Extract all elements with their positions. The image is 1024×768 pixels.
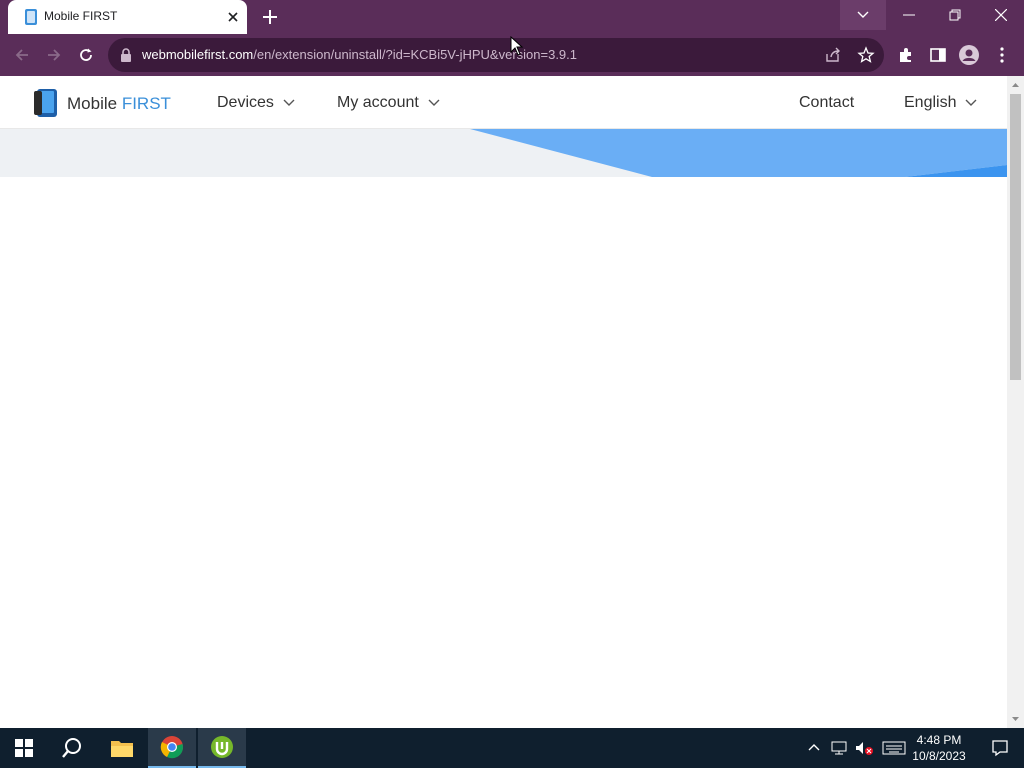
site-header: Mobile FIRST Devices My account Contact … — [0, 76, 1007, 129]
profile-button[interactable] — [958, 44, 980, 66]
close-tab-icon[interactable] — [225, 9, 241, 25]
side-panel-button[interactable] — [927, 44, 949, 66]
taskbar-search-button[interactable] — [48, 728, 96, 768]
address-bar[interactable]: webmobilefirst.com/en/extension/uninstal… — [108, 38, 884, 72]
phone-logo-icon — [34, 89, 57, 117]
chrome-taskbar-button[interactable] — [148, 728, 196, 768]
chrome-icon — [160, 736, 183, 759]
file-explorer-button[interactable] — [98, 728, 146, 768]
puzzle-icon — [900, 48, 911, 62]
scroll-down-icon[interactable] — [1007, 712, 1024, 726]
browser-menu-button[interactable] — [991, 44, 1013, 66]
taskbar-clock[interactable]: 4:48 PM 10/8/2023 — [906, 732, 972, 764]
language-selector-label: English — [904, 94, 957, 111]
chevron-down-icon — [857, 11, 869, 18]
kebab-menu-icon — [1000, 47, 1004, 63]
close-icon — [995, 9, 1007, 21]
nav-contact[interactable]: Contact — [799, 94, 854, 112]
keyboard-icon[interactable] — [882, 741, 906, 755]
url-host: webmobilefirst.com — [142, 47, 254, 62]
nav-contact-label: Contact — [799, 94, 855, 111]
search-icon — [62, 738, 81, 758]
clock-time: 4:48 PM — [916, 733, 962, 747]
start-button[interactable] — [0, 728, 48, 768]
nav-my-account-label: My account — [337, 94, 419, 111]
tab-search-button[interactable] — [840, 0, 886, 30]
reload-button[interactable] — [74, 43, 98, 67]
url-path: /en/extension/uninstall/?id=KCBi5V-jHPU&… — [253, 47, 578, 62]
nav-devices-label: Devices — [217, 94, 274, 111]
arrow-left-icon — [15, 49, 28, 61]
reload-icon — [80, 48, 92, 61]
site-logo[interactable]: Mobile FIRST — [34, 88, 171, 118]
system-tray — [806, 728, 906, 768]
lock-icon[interactable] — [120, 48, 132, 62]
windows-taskbar: 4:48 PM 10/8/2023 — [0, 728, 1024, 768]
language-selector[interactable]: English — [904, 94, 977, 112]
action-center-button[interactable] — [976, 728, 1024, 768]
minimize-icon — [903, 14, 915, 16]
bookmark-star-icon[interactable] — [857, 46, 875, 64]
scroll-up-icon[interactable] — [1007, 78, 1024, 92]
utorrent-icon — [211, 736, 233, 758]
restore-icon — [949, 9, 961, 21]
minimize-button[interactable] — [886, 0, 932, 30]
clock-date: 10/8/2023 — [912, 749, 966, 763]
file-explorer-icon — [111, 741, 133, 757]
hero-decoration — [470, 129, 1007, 177]
new-tab-icon[interactable] — [258, 6, 282, 28]
mobile-first-favicon-icon — [25, 9, 37, 25]
scrollbar-thumb[interactable] — [1010, 94, 1021, 380]
close-window-button[interactable] — [978, 0, 1024, 30]
logo-text-primary: Mobile — [67, 94, 118, 113]
side-panel-icon — [930, 48, 946, 62]
logo-text-accent: FIRST — [121, 94, 171, 113]
logo-text: Mobile FIRST — [67, 94, 171, 114]
extensions-button[interactable] — [895, 44, 917, 66]
hero-banner — [0, 129, 1007, 177]
chevron-down-icon — [428, 99, 440, 106]
mouse-cursor-icon — [510, 36, 524, 56]
arrow-right-icon — [48, 49, 61, 61]
chevron-down-icon — [965, 99, 977, 106]
nav-my-account[interactable]: My account — [337, 94, 440, 112]
utorrent-taskbar-button[interactable] — [198, 728, 246, 768]
chevron-up-icon[interactable] — [806, 740, 822, 756]
notification-icon — [992, 740, 1008, 757]
back-button[interactable] — [10, 43, 34, 67]
browser-tab[interactable]: Mobile FIRST — [8, 0, 247, 34]
tab-title: Mobile FIRST — [44, 9, 118, 23]
volume-muted-icon[interactable] — [854, 740, 874, 756]
page-scrollbar[interactable] — [1007, 76, 1024, 728]
restore-button[interactable] — [932, 0, 978, 30]
network-icon[interactable] — [830, 740, 848, 756]
forward-button[interactable] — [42, 43, 66, 67]
nav-devices[interactable]: Devices — [217, 94, 295, 112]
web-page: Mobile FIRST Devices My account Contact … — [0, 76, 1024, 728]
share-icon[interactable] — [824, 46, 842, 64]
chevron-down-icon — [283, 99, 295, 106]
windows-start-icon — [15, 739, 33, 757]
avatar-icon — [959, 45, 979, 65]
browser-tab-strip: Mobile FIRST — [0, 0, 1024, 34]
